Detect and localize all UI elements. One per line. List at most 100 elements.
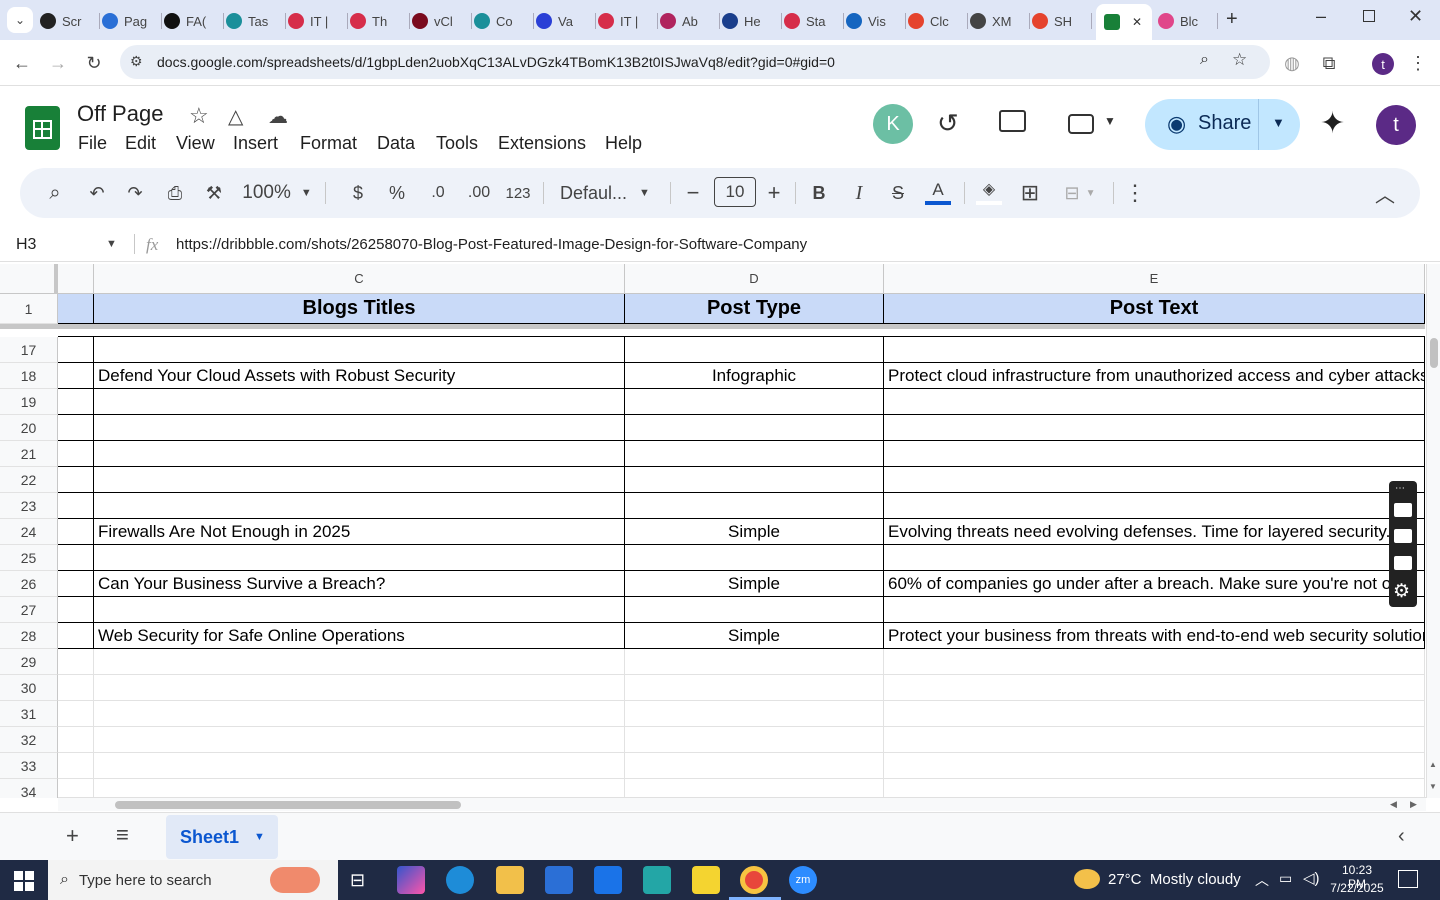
browser-tab[interactable]: Ab <box>660 7 720 35</box>
row-header[interactable]: 32 <box>0 727 58 753</box>
cell-d-22[interactable] <box>625 467 884 493</box>
forward-arrow-icon[interactable]: → <box>45 50 71 76</box>
vertical-scroll-thumb[interactable] <box>1430 338 1438 368</box>
browser-tab[interactable]: ✕ <box>1096 4 1152 40</box>
app-icon[interactable] <box>643 866 671 894</box>
cell-b-21[interactable] <box>58 441 94 467</box>
sheet-tab-sheet1[interactable]: Sheet1 ▼ <box>166 815 278 859</box>
clock-date[interactable]: 7/22/2025 <box>1330 881 1384 895</box>
browser-tab[interactable]: Tas <box>226 7 286 35</box>
cell-c-32[interactable] <box>94 727 625 753</box>
row-header[interactable]: 24 <box>0 519 58 545</box>
side-panel-toggle-icon[interactable]: ‹ <box>1398 825 1405 848</box>
search-menus-icon[interactable]: ⌕ <box>42 176 68 210</box>
cell-b-29[interactable] <box>58 649 94 675</box>
cell-c-23[interactable] <box>94 493 625 519</box>
cell-d-32[interactable] <box>625 727 884 753</box>
menu-edit[interactable]: Edit <box>125 133 156 154</box>
tab-search-icon[interactable]: ⌄ <box>7 7 33 33</box>
version-history-icon[interactable]: ↺ <box>937 108 959 139</box>
cell-d-17[interactable] <box>625 337 884 363</box>
comments-icon[interactable] <box>999 110 1026 132</box>
cell-d-31[interactable] <box>625 701 884 727</box>
cell-c-24[interactable]: Firewalls Are Not Enough in 2025 <box>94 519 625 545</box>
bold-button[interactable]: B <box>807 176 831 210</box>
cell-b-24[interactable] <box>58 519 94 545</box>
collapse-menus-icon[interactable]: ︿ <box>1374 176 1396 210</box>
star-icon[interactable]: ☆ <box>189 103 209 129</box>
more-formats-button[interactable]: 123 <box>503 176 533 210</box>
chrome-icon[interactable] <box>740 866 768 894</box>
cell-e-29[interactable] <box>884 649 1425 675</box>
share-dropdown-icon[interactable]: ▼ <box>1272 115 1285 130</box>
column-header-e[interactable]: E <box>884 264 1425 294</box>
cell-c-27[interactable] <box>94 597 625 623</box>
url-text[interactable]: docs.google.com/spreadsheets/d/1gbpLden2… <box>157 54 835 70</box>
cell-e-18[interactable]: Protect cloud infrastructure from unauth… <box>884 363 1425 389</box>
borders-icon[interactable]: ⊞ <box>1017 176 1043 210</box>
zoom-icon[interactable]: ⌕ <box>1200 51 1209 69</box>
row-header[interactable]: 1 <box>0 294 58 324</box>
show-hidden-icons[interactable]: ︿ <box>1255 870 1269 890</box>
cell-d-28[interactable]: Simple <box>625 623 884 649</box>
row-header[interactable]: 20 <box>0 415 58 441</box>
cell-b-17[interactable] <box>58 337 94 363</box>
gemini-icon[interactable]: ✦ <box>1320 106 1345 141</box>
taskbar-search-box[interactable]: ⌕ Type here to search <box>48 860 338 900</box>
cell-b-28[interactable] <box>58 623 94 649</box>
horizontal-scrollbar[interactable]: ◀ ▶ <box>58 797 1426 811</box>
cell-c-17[interactable] <box>94 337 625 363</box>
row-header[interactable]: 17 <box>0 337 58 363</box>
menu-help[interactable]: Help <box>605 133 642 154</box>
cell-e-27[interactable] <box>884 597 1425 623</box>
volume-icon[interactable]: ◁) <box>1303 869 1320 887</box>
font-select[interactable]: Defaul... ▼ <box>560 176 660 210</box>
browser-profile-avatar[interactable]: t <box>1372 53 1394 75</box>
cell-d-25[interactable] <box>625 545 884 571</box>
document-title[interactable]: Off Page <box>77 101 163 127</box>
row-header[interactable]: 30 <box>0 675 58 701</box>
cell-e-28[interactable]: Protect your business from threats with … <box>884 623 1425 649</box>
collaborator-avatar[interactable]: K <box>873 104 913 144</box>
settings-gear-icon[interactable]: ⚙ <box>1393 580 1410 603</box>
cell-b-23[interactable] <box>58 493 94 519</box>
row-header[interactable]: 23 <box>0 493 58 519</box>
cell-b-30[interactable] <box>58 675 94 701</box>
browser-tab[interactable]: Blc <box>1158 7 1218 35</box>
windows-start-icon[interactable] <box>14 871 34 891</box>
extensions-icon[interactable]: ⧉ <box>1316 50 1342 76</box>
cell-b-20[interactable] <box>58 415 94 441</box>
scroll-down-icon[interactable]: ▼ <box>1429 782 1437 791</box>
cell-c-18[interactable]: Defend Your Cloud Assets with Robust Sec… <box>94 363 625 389</box>
undo-icon[interactable]: ↶ <box>84 176 110 210</box>
cell-b-26[interactable] <box>58 571 94 597</box>
copilot-icon[interactable] <box>397 866 425 894</box>
menu-insert[interactable]: Insert <box>233 133 278 154</box>
cell-e-24[interactable]: Evolving threats need evolving defenses.… <box>884 519 1425 545</box>
browser-tab[interactable]: XM <box>970 7 1030 35</box>
increase-font-size-button[interactable]: + <box>763 176 785 210</box>
network-icon[interactable]: ▭ <box>1279 870 1292 887</box>
cell-c-19[interactable] <box>94 389 625 415</box>
percent-format-button[interactable]: % <box>386 176 408 210</box>
scroll-up-icon[interactable]: ▲ <box>1429 760 1437 769</box>
paint-format-icon[interactable]: ⚒ <box>201 176 227 210</box>
row-header[interactable]: 34 <box>0 779 58 798</box>
cell-c-21[interactable] <box>94 441 625 467</box>
column-header-d[interactable]: D <box>625 264 884 294</box>
notifications-icon[interactable] <box>1398 870 1418 888</box>
header-cell-b[interactable] <box>58 294 94 324</box>
browser-tab[interactable]: He <box>722 7 782 35</box>
vertical-scrollbar[interactable]: ▲ ▼ <box>1426 264 1440 798</box>
cell-e-26[interactable]: 60% of companies go under after a breach… <box>884 571 1425 597</box>
print-icon[interactable]: ⎙ <box>162 176 188 210</box>
cell-d-18[interactable]: Infographic <box>625 363 884 389</box>
select-all-corner[interactable] <box>0 264 58 294</box>
menu-format[interactable]: Format <box>300 133 357 154</box>
cell-b-32[interactable] <box>58 727 94 753</box>
cell-b-22[interactable] <box>58 467 94 493</box>
row-header[interactable]: 27 <box>0 597 58 623</box>
name-box-dropdown-icon[interactable]: ▼ <box>106 238 117 250</box>
column-header-b[interactable] <box>58 264 94 294</box>
browser-tab[interactable]: vCl <box>412 7 472 35</box>
